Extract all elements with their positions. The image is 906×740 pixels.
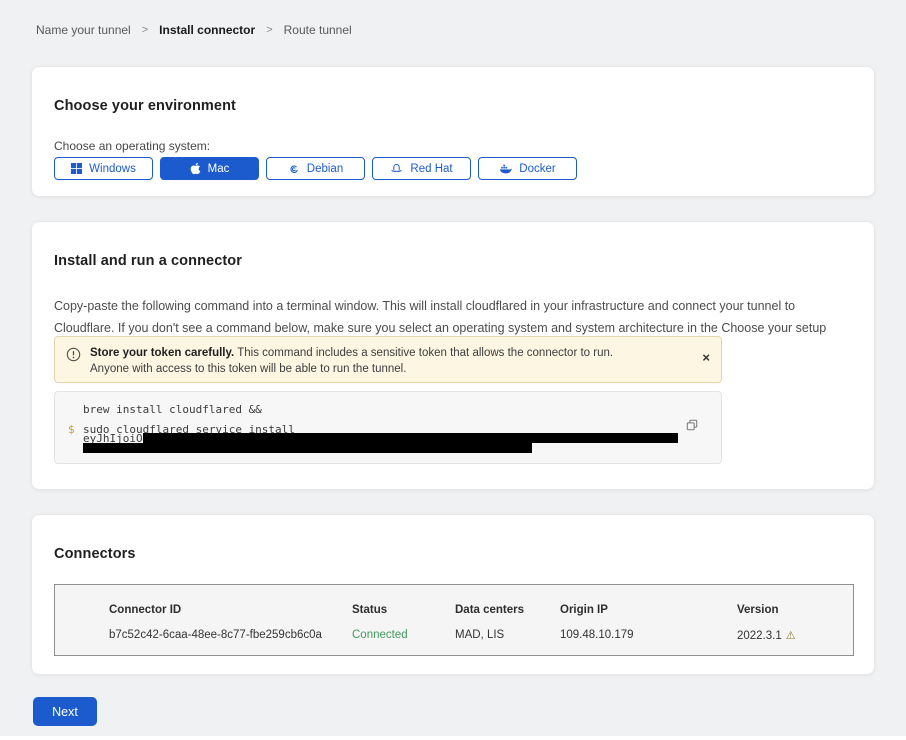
breadcrumb-separator: > [266,24,272,36]
debian-icon [288,163,300,175]
warning-triangle-icon: ⚠ [786,630,796,642]
cell-status: Connected [352,629,408,641]
connectors-card-title: Connectors [54,546,136,562]
info-circle-icon [66,347,81,367]
os-button-label: Docker [519,163,555,175]
windows-icon [71,163,82,174]
cell-origin-ip: 109.48.10.179 [560,629,634,641]
install-command-codeblock: brew install cloudflared && $ sudo cloud… [54,391,722,464]
breadcrumb: Name your tunnel > Install connector > R… [36,23,352,37]
install-card-title: Install and run a connector [54,253,242,269]
apple-icon [190,162,201,175]
token-warning-bold: Store your token carefully. [90,347,234,359]
cell-connector-id: b7c52c42-6caa-48ee-8c77-fbe259cb6c0a [109,629,322,641]
os-button-mac[interactable]: Mac [160,157,259,180]
breadcrumb-step-install-connector[interactable]: Install connector [159,23,255,37]
docker-icon [499,163,512,174]
os-button-docker[interactable]: Docker [478,157,577,180]
column-header-origin-ip: Origin IP [560,604,608,616]
column-header-data-centers: Data centers [455,604,524,616]
os-button-label: Red Hat [410,163,452,175]
environment-card-title: Choose your environment [54,98,236,114]
cell-version: 2022.3.1 ⚠ [737,629,796,642]
token-warning-banner: Store your token carefully. This command… [54,336,722,383]
connectors-card: Connectors Connector ID Status Data cent… [31,514,875,675]
connectors-table: Connector ID Status Data centers Origin … [54,584,854,656]
os-button-label: Mac [208,163,230,175]
code-line-brew: brew install cloudflared && [83,403,262,416]
os-button-redhat[interactable]: Red Hat [372,157,471,180]
breadcrumb-step-route-tunnel[interactable]: Route tunnel [284,23,352,37]
redacted-token-bar [83,443,532,453]
redacted-token-bar [143,433,678,443]
column-header-status: Status [352,604,387,616]
token-warning-text: Store your token carefully. This command… [90,345,650,377]
column-header-version: Version [737,604,779,616]
os-button-label: Debian [307,163,343,175]
shell-prompt: $ [68,423,75,436]
version-value: 2022.3.1 [737,630,782,642]
os-select-label: Choose an operating system: [54,139,210,153]
bottom-strip [0,736,906,740]
os-button-label: Windows [89,163,136,175]
breadcrumb-separator: > [142,24,148,36]
close-icon[interactable]: × [702,351,710,364]
install-connector-card: Install and run a connector Copy-paste t… [31,221,875,490]
breadcrumb-step-name-your-tunnel[interactable]: Name your tunnel [36,23,131,37]
redhat-icon [390,162,403,175]
copy-icon[interactable] [686,419,698,434]
next-button[interactable]: Next [33,697,97,726]
os-button-windows[interactable]: Windows [54,157,153,180]
os-button-group: Windows Mac Debian Red Hat Docker [54,157,577,180]
column-header-connector-id: Connector ID [109,604,181,616]
choose-environment-card: Choose your environment Choose an operat… [31,66,875,197]
cell-data-centers: MAD, LIS [455,629,504,641]
os-button-debian[interactable]: Debian [266,157,365,180]
